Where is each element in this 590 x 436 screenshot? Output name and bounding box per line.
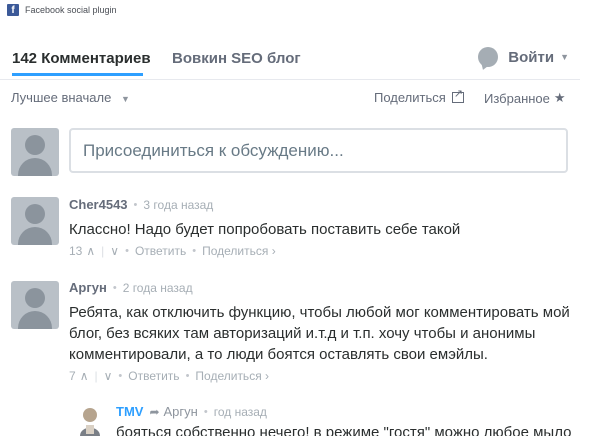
share-comment-button[interactable]: Поделиться › xyxy=(202,244,276,258)
comment: Аргун • 2 года назад Ребята, как отключи… xyxy=(69,280,570,383)
comment-input[interactable]: Присоединиться к обсуждению... xyxy=(69,128,568,173)
login-label: Войти xyxy=(508,48,555,66)
facebook-icon: f xyxy=(7,4,19,16)
comment-input-placeholder: Присоединиться к обсуждению... xyxy=(83,140,344,160)
downvote-icon[interactable]: ∨ xyxy=(104,369,113,383)
vote-count: 7 xyxy=(69,369,76,383)
reply-arrow-icon: ➦ xyxy=(149,404,160,419)
comment-time[interactable]: 3 года назад xyxy=(143,198,213,212)
share-button[interactable]: Поделиться xyxy=(374,87,464,105)
sort-label: Лучшее вначале xyxy=(11,90,112,105)
vote-count: 13 xyxy=(69,244,83,258)
avatar xyxy=(11,128,59,176)
comment-author[interactable]: Аргун xyxy=(69,280,107,295)
comment-author[interactable]: Cher4543 xyxy=(69,197,128,212)
reply-to[interactable]: Аргун xyxy=(164,404,198,419)
comment-line: Ребята, как отключить функцию, чтобы люб… xyxy=(69,304,570,321)
facebook-plugin-label: Facebook social plugin xyxy=(25,5,117,15)
reply-text: бояться собственно нечего! в режиме "гос… xyxy=(116,424,572,436)
avatar[interactable] xyxy=(11,281,59,329)
share-label: Поделиться xyxy=(374,90,446,105)
reply-button[interactable]: Ответить xyxy=(128,369,179,383)
comment-text: Ребята, как отключить функцию, чтобы люб… xyxy=(69,302,570,365)
reply-author[interactable]: TMV xyxy=(116,404,143,419)
chevron-down-icon: ▼ xyxy=(560,52,569,62)
comment-line: комментировали, а то люди боятся оставля… xyxy=(69,346,488,363)
tab-bar: 142 Комментариев Вовкин SEO блог Войти ▼ xyxy=(0,38,590,80)
chevron-down-icon: ▼ xyxy=(120,94,130,104)
favorite-label: Избранное xyxy=(484,90,550,106)
reply-button[interactable]: Ответить xyxy=(135,244,186,258)
upvote-icon[interactable]: ∧ xyxy=(80,369,89,383)
share-icon xyxy=(451,87,464,103)
tab-divider xyxy=(0,79,580,80)
avatar[interactable] xyxy=(11,197,59,245)
sort-dropdown[interactable]: Лучшее вначале ▼ xyxy=(11,90,130,105)
comment: Cher4543 • 3 года назад Классно! Надо бу… xyxy=(69,197,461,258)
reply-avatar[interactable] xyxy=(78,405,102,436)
login-button[interactable]: Войти ▼ xyxy=(478,47,569,67)
tab-forum[interactable]: Вовкин SEO блог xyxy=(172,50,301,67)
comment-time[interactable]: 2 года назад xyxy=(123,281,193,295)
star-icon: ★ xyxy=(553,90,566,105)
active-tab-indicator xyxy=(12,73,143,76)
upvote-icon[interactable]: ∧ xyxy=(86,244,95,258)
share-comment-button[interactable]: Поделиться › xyxy=(195,369,269,383)
comment-line: блог, без всяких там авторизаций и.т.д и… xyxy=(69,325,536,342)
comment-line: Классно! Надо будет попробовать поставит… xyxy=(69,221,461,238)
facebook-plugin[interactable]: f Facebook social plugin xyxy=(7,3,117,17)
speech-bubble-icon xyxy=(478,47,499,67)
downvote-icon[interactable]: ∨ xyxy=(110,244,119,258)
favorite-button[interactable]: Избранное ★ xyxy=(484,90,566,106)
tab-comments[interactable]: 142 Комментариев xyxy=(12,50,151,67)
toolbar: Лучшее вначале ▼ Поделиться Избранное ★ xyxy=(0,87,590,108)
reply-time[interactable]: год назад xyxy=(214,405,267,419)
reply-meta: TMV ➦ Аргун • год назад xyxy=(116,404,267,419)
comment-text: Классно! Надо будет попробовать поставит… xyxy=(69,219,460,240)
